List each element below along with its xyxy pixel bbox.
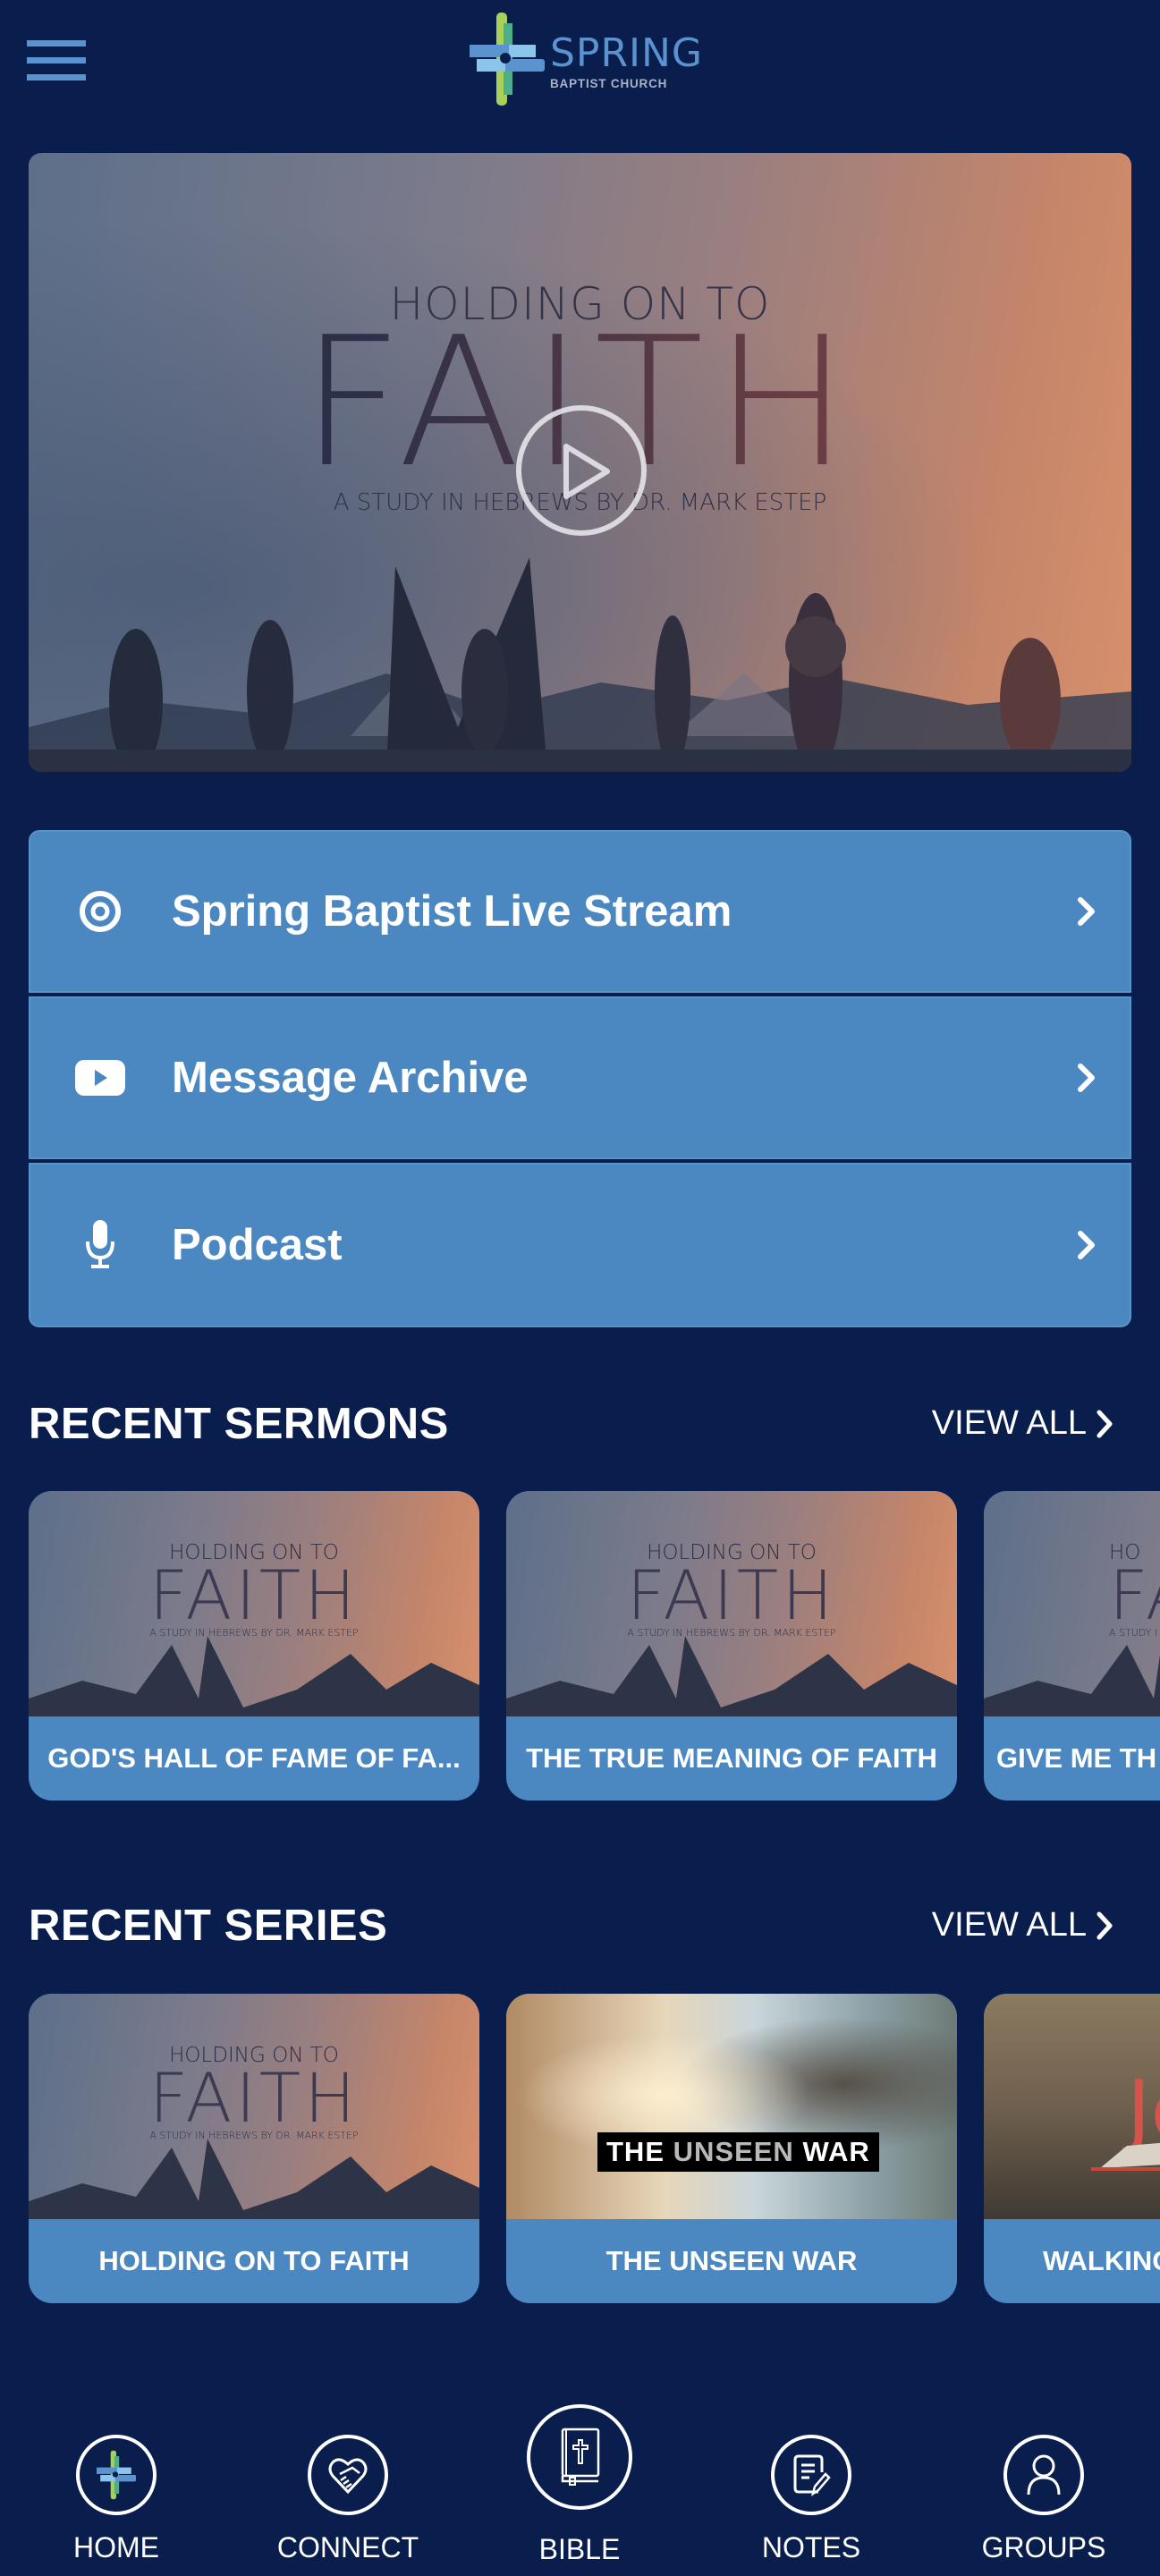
bottom-navigation: HOME CONNECT BIBLE NOTES GROUPS	[0, 2379, 1160, 2576]
silhouettes-illustration	[506, 1636, 957, 1716]
chevron-right-icon	[1096, 1911, 1113, 1939]
sermon-card[interactable]: HOLDING ON TO FAITH A STUDY IN HEBREWS B…	[506, 1491, 957, 1801]
view-all-sermons-link[interactable]: VIEW ALL	[932, 1404, 1113, 1443]
silhouettes-illustration	[29, 557, 1131, 772]
handshake-heart-icon	[308, 2435, 388, 2515]
nav-label: HOME	[73, 2531, 159, 2563]
art-label-word: UNSEEN	[673, 2136, 794, 2167]
home-cross-logo-icon	[76, 2435, 157, 2515]
chevron-right-icon	[1078, 1231, 1095, 1259]
chevron-right-icon	[1078, 897, 1095, 926]
view-all-series-link[interactable]: VIEW ALL	[932, 1906, 1113, 1945]
recent-series-header: RECENT SERIES VIEW ALL	[29, 1901, 1131, 1954]
thumb-art-line2: FAITH	[626, 1555, 837, 1635]
youtube-play-icon	[75, 1053, 125, 1103]
nav-label: GROUPS	[981, 2531, 1106, 2563]
featured-series-video[interactable]: HOLDING ON TO FAITH A STUDY IN HEBREWS B…	[29, 153, 1131, 772]
series-title: WALKING	[1043, 2245, 1160, 2276]
app-header: SPRING BAPTIST CHURCH	[0, 0, 1160, 125]
sermon-card[interactable]: HOLDING ON TO FAITH A STUDY IN HEBREWS B…	[29, 1491, 479, 1801]
thumb-art-line2: FAITH	[148, 2058, 360, 2138]
sermon-title: THE TRUE MEANING OF FAITH	[526, 1742, 937, 1774]
series-card[interactable]: THE UNSEEN WAR THE UNSEEN WAR	[506, 1994, 957, 2303]
nav-label: BIBLE	[538, 2533, 621, 2565]
thumb-art-line2: FA	[1109, 1555, 1160, 1635]
logo-title: SPRING	[550, 30, 704, 76]
series-card[interactable]: HOLDING ON TO FAITH A STUDY IN HEBREWS B…	[29, 1994, 479, 2303]
thumb-art-line2: FAITH	[148, 1555, 360, 1635]
sermon-thumbnail: HOLDING ON TO FAITH A STUDY IN HEBREWS B…	[29, 1491, 479, 1716]
podcast-link[interactable]: Podcast	[29, 1163, 1131, 1327]
link-label: Podcast	[172, 1221, 343, 1269]
hamburger-bar	[27, 74, 86, 80]
microphone-icon	[75, 1220, 125, 1270]
live-stream-link[interactable]: Spring Baptist Live Stream	[29, 830, 1131, 993]
message-archive-link[interactable]: Message Archive	[29, 996, 1131, 1159]
link-label: Spring Baptist Live Stream	[172, 887, 732, 936]
nav-notes[interactable]: NOTES	[731, 2379, 892, 2576]
nav-connect[interactable]: CONNECT	[267, 2379, 428, 2576]
recent-sermons-header: RECENT SERMONS VIEW ALL	[29, 1399, 1131, 1453]
section-title: RECENT SERMONS	[29, 1400, 449, 1448]
sermon-title: GOD'S HALL OF FAME OF FA...	[47, 1742, 461, 1774]
bible-book-icon	[527, 2404, 632, 2510]
cross-logo-icon	[470, 13, 545, 106]
nav-label: NOTES	[761, 2531, 861, 2563]
nav-groups[interactable]: GROUPS	[963, 2379, 1124, 2576]
recent-series-carousel[interactable]: HOLDING ON TO FAITH A STUDY IN HEBREWS B…	[29, 1994, 1160, 2305]
sermon-thumbnail: HOLDING ON TO FAITH A STUDY IN HEBREWS B…	[506, 1491, 957, 1716]
play-icon[interactable]	[516, 405, 647, 536]
series-thumbnail: Jo	[984, 1994, 1160, 2219]
section-title: RECENT SERIES	[29, 1902, 388, 1950]
sermon-thumbnail: HO FA A STUDY I	[984, 1491, 1160, 1716]
sermon-title: GIVE ME TH	[996, 1742, 1157, 1774]
unseen-war-art-label: THE UNSEEN WAR	[597, 2132, 879, 2172]
view-all-label: VIEW ALL	[931, 1906, 1087, 1944]
church-logo[interactable]: SPRING BAPTIST CHURCH	[470, 11, 702, 109]
hamburger-bar	[27, 40, 86, 47]
notes-pencil-icon	[771, 2435, 851, 2515]
silhouettes-illustration	[29, 1636, 479, 1716]
hamburger-menu-icon[interactable]	[27, 40, 86, 81]
series-thumbnail: THE UNSEEN WAR	[506, 1994, 957, 2219]
open-book-art	[1091, 2142, 1160, 2171]
view-all-label: VIEW ALL	[931, 1404, 1087, 1442]
chevron-right-icon	[1078, 1063, 1095, 1092]
live-stream-target-icon	[75, 886, 125, 936]
person-icon	[1003, 2435, 1084, 2515]
nav-bible[interactable]: BIBLE	[499, 2379, 660, 2576]
sermon-card[interactable]: HO FA A STUDY I GIVE ME TH	[984, 1491, 1160, 1801]
series-thumbnail: HOLDING ON TO FAITH A STUDY IN HEBREWS B…	[29, 1994, 479, 2219]
silhouettes-illustration	[29, 2139, 479, 2219]
logo-subtitle: BAPTIST CHURCH	[550, 77, 668, 90]
recent-sermons-carousel[interactable]: HOLDING ON TO FAITH A STUDY IN HEBREWS B…	[29, 1491, 1160, 1802]
series-title: THE UNSEEN WAR	[605, 2245, 858, 2276]
series-card[interactable]: Jo WALKING	[984, 1994, 1160, 2303]
hamburger-bar	[27, 57, 86, 64]
nav-home[interactable]: HOME	[36, 2379, 197, 2576]
quick-links-list: Spring Baptist Live Stream Message Archi…	[29, 830, 1131, 1327]
art-label-word: WAR	[802, 2136, 870, 2167]
silhouettes-illustration	[984, 1645, 1160, 1716]
nav-label: CONNECT	[276, 2531, 419, 2563]
chevron-right-icon	[1096, 1410, 1113, 1437]
series-title: HOLDING ON TO FAITH	[98, 2245, 410, 2276]
link-label: Message Archive	[172, 1054, 529, 1102]
art-label-word: THE	[606, 2136, 665, 2167]
